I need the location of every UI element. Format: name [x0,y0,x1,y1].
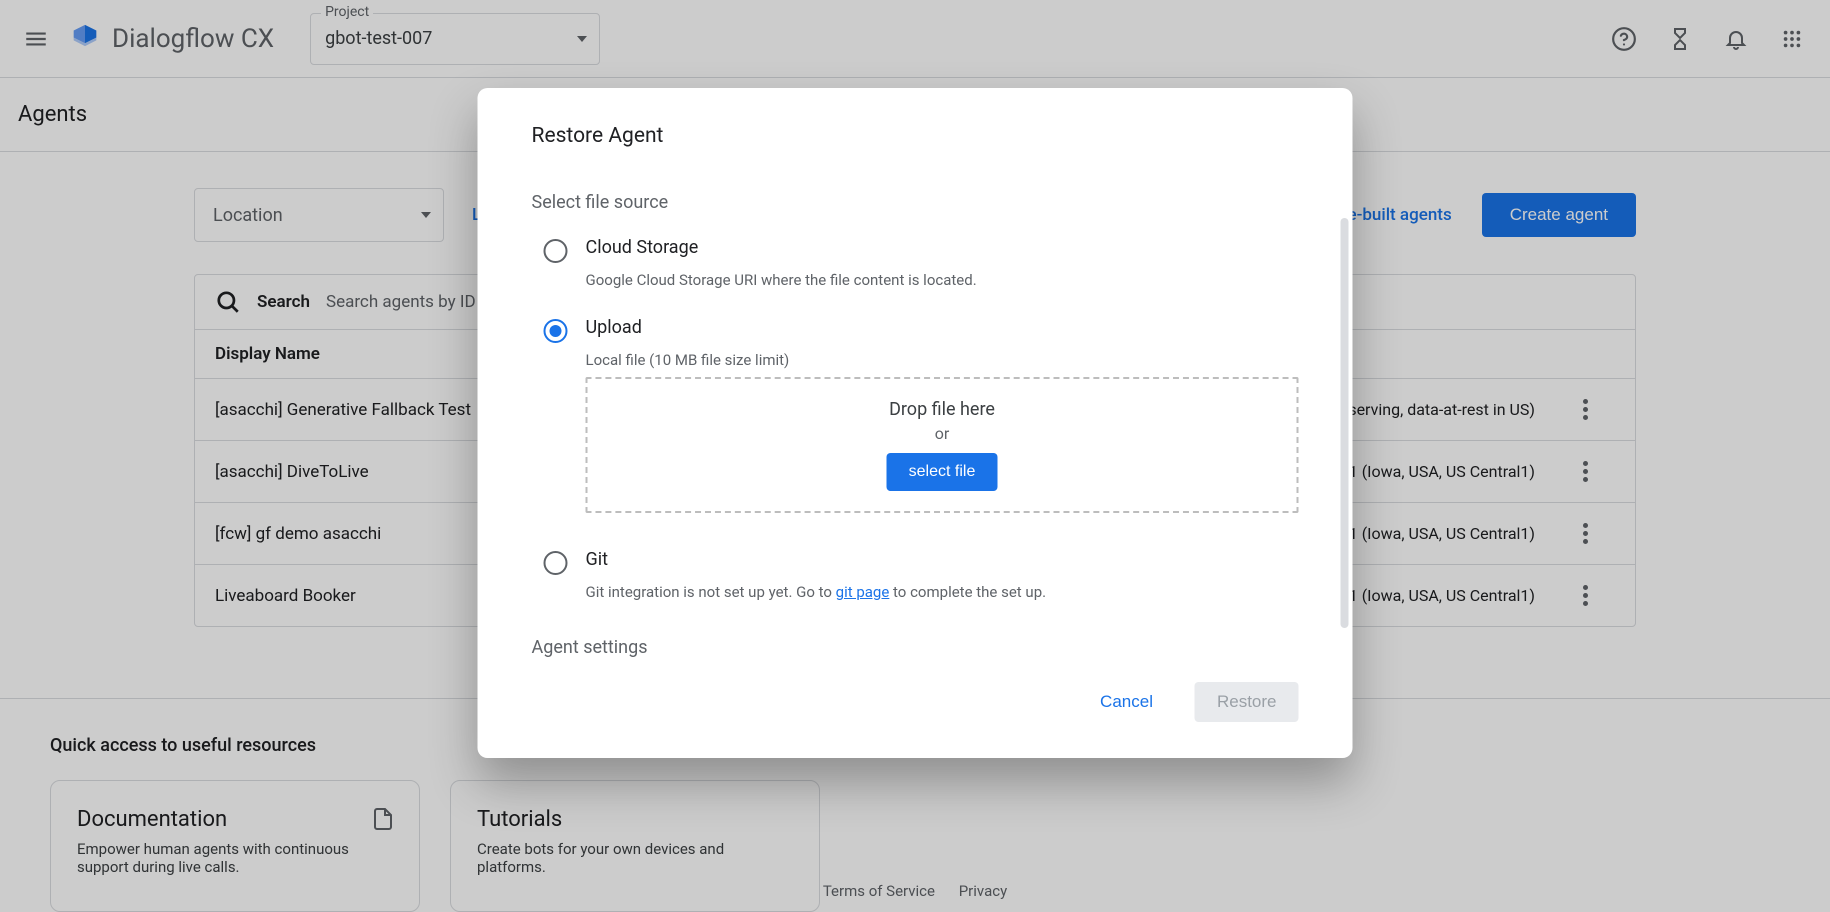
radio-icon [544,319,568,343]
file-source-label: Select file source [532,192,1299,213]
cancel-button[interactable]: Cancel [1078,682,1175,722]
radio-icon [544,551,568,575]
radio-desc: Local file (10 MB file size limit) [586,351,1299,369]
restore-agent-modal: Restore Agent Select file source Cloud S… [478,88,1353,758]
radio-git[interactable]: Git [544,549,1299,575]
dropzone-or: or [608,424,1277,443]
dropzone-text: Drop file here [608,399,1277,420]
restore-button: Restore [1195,682,1299,722]
file-dropzone[interactable]: Drop file here or select file [586,377,1299,513]
modal-footer: Cancel Restore [532,682,1299,722]
radio-upload[interactable]: Upload [544,317,1299,343]
radio-icon [544,239,568,263]
agent-settings-label: Agent settings [532,637,1299,658]
select-file-button[interactable]: select file [887,453,998,491]
radio-desc: Google Cloud Storage URI where the file … [586,271,1299,289]
git-desc: Git integration is not set up yet. Go to… [586,583,1299,601]
modal-title: Restore Agent [532,124,1299,148]
radio-label: Cloud Storage [586,237,699,258]
modal-scrollbar[interactable] [1341,218,1349,628]
radio-cloud-storage[interactable]: Cloud Storage [544,237,1299,263]
radio-label: Git [586,549,609,570]
file-source-radio-group: Cloud Storage Google Cloud Storage URI w… [532,237,1299,601]
radio-label: Upload [586,317,642,338]
git-page-link[interactable]: git page [836,583,890,601]
